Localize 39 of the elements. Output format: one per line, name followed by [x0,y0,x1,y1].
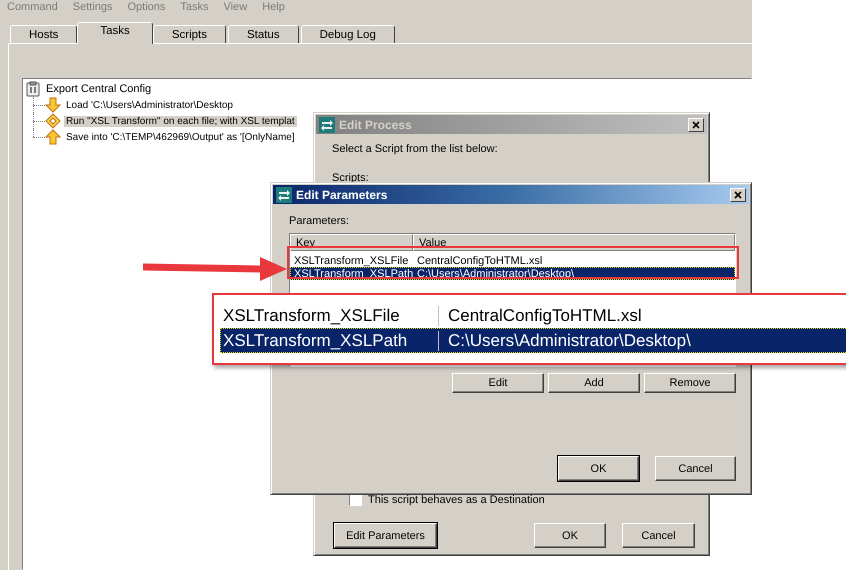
window-title: Edit Parameters [296,188,388,202]
tab[interactable]: Tasks [77,22,153,44]
tree-item[interactable]: Run "XSL Transform" on each file; with XSL templat [64,116,297,126]
dialog-button[interactable]: Cancel [655,456,736,481]
instruction-text: Select a Script from the list below: [332,143,499,155]
list-button[interactable]: Remove [644,373,736,393]
tree-item[interactable]: Save into 'C:\TEMP\462969\Output' as '[OnlyName] [64,132,297,142]
value-cell-text: CentralConfigToHTML.xsl [416,254,544,266]
dialog-button[interactable]: Cancel [622,523,695,548]
value-cell-text: C:\Users\Administrator\Desktop\ [447,330,691,350]
clipboard-icon [25,81,41,97]
dialog-button[interactable]: Edit Parameters [334,523,437,548]
tree-item[interactable]: Load 'C:\Users\Administrator\Desktop [64,100,235,110]
tree-item[interactable]: Export Central Config [44,83,154,95]
field-label: Scripts: [332,172,370,184]
close-button[interactable] [688,118,704,132]
field-label: Parameters: [289,215,350,228]
dialog-button[interactable]: OK [534,523,606,548]
value-cell-text: C:\Users\Administrator\Desktop\ [416,268,576,280]
key-cell-text: XSLTransform_XSLPath [293,268,413,280]
tab[interactable]: Debug Log [300,25,395,43]
swap-arrows-icon [276,186,292,202]
diamond-icon [45,113,61,129]
close-button[interactable] [730,188,746,202]
swap-arrows-icon [319,116,335,132]
up-arrow-icon [45,129,61,145]
tab[interactable]: Status [228,25,299,43]
checkbox-label: This script behaves as a Destination [368,494,545,506]
tab[interactable]: Hosts [10,25,78,43]
list-button[interactable]: Edit [452,373,544,393]
key-cell: XSLTransform_XSLFile [220,306,439,326]
key-cell-text: XSLTransform_XSLFile [293,254,410,266]
key-cell: XSLTransform_XSLPath [220,330,439,350]
tab[interactable]: Scripts [152,25,226,43]
value-cell-text: CentralConfigToHTML.xsl [447,306,642,326]
list-button[interactable]: Add [548,373,640,393]
window-title: Edit Process [339,118,413,132]
dialog-button[interactable]: OK [558,456,639,481]
down-arrow-icon [45,97,61,113]
